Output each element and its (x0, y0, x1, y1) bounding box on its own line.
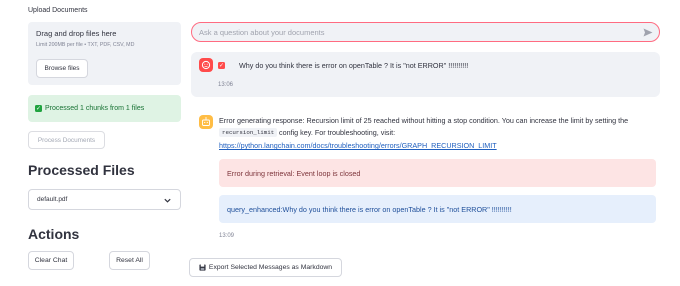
user-message: ✓ Why do you think there is error on ope… (191, 52, 660, 97)
dropzone-title: Drag and drop files here (36, 29, 117, 38)
face-icon (199, 58, 213, 72)
floppy-disk-icon (199, 264, 206, 271)
clear-chat-button[interactable]: Clear Chat (28, 251, 74, 270)
assistant-message-line: config key. For troubleshooting, visit: (279, 128, 396, 137)
reset-all-button[interactable]: Reset All (109, 251, 150, 270)
upload-label: Upload Documents (28, 7, 88, 14)
file-select-value: default.pdf (37, 196, 68, 203)
browse-files-button[interactable]: Browse files (36, 59, 88, 78)
assistant-message-line: Error generating response: Recursion lim… (219, 116, 629, 125)
success-alert: ✓ Processed 1 chunks from 1 files (28, 95, 181, 122)
dropzone-limit-text: Limit 200MB per file • TXT, PDF, CSV, MD (36, 42, 135, 48)
info-alert: query_enhanced:Why do you think there is… (219, 195, 656, 223)
chevron-down-icon (164, 198, 171, 203)
error-alert: Error during retrieval: Event loop is cl… (219, 159, 656, 187)
processed-files-heading: Processed Files (28, 162, 135, 178)
send-arrow-icon[interactable] (643, 28, 653, 37)
troubleshooting-link[interactable]: https://python.langchain.com/docs/troubl… (219, 141, 497, 150)
success-message: Processed 1 chunks from 1 files (45, 105, 145, 112)
check-box-icon: ✓ (35, 105, 42, 112)
file-dropzone[interactable]: Drag and drop files here Limit 200MB per… (28, 22, 181, 85)
check-box-icon[interactable]: ✓ (218, 62, 225, 69)
assistant-message-time: 13:09 (219, 233, 235, 239)
user-message-time: 13:06 (218, 82, 234, 88)
inline-code: recursion_limit (219, 128, 278, 137)
chat-input-box[interactable] (191, 22, 660, 42)
export-button-label: Export Selected Messages as Markdown (208, 264, 333, 271)
chat-input[interactable] (199, 26, 639, 39)
process-documents-button[interactable]: Process Documents (28, 131, 105, 149)
actions-heading: Actions (28, 226, 80, 242)
robot-icon (199, 115, 213, 129)
file-select[interactable]: default.pdf (28, 189, 181, 210)
export-markdown-button[interactable]: Export Selected Messages as Markdown (189, 258, 342, 277)
user-message-text: Why do you think there is error on openT… (239, 61, 469, 70)
